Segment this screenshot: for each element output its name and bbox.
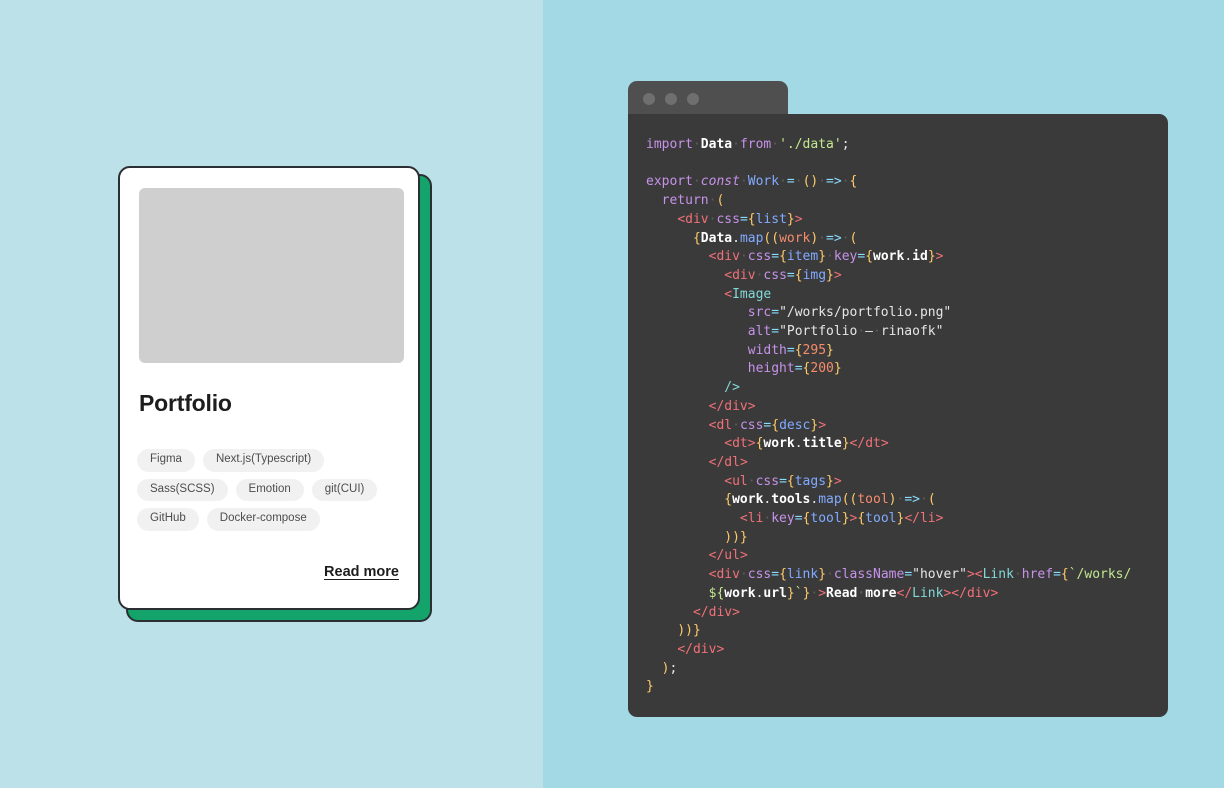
code-line: </div> (677, 641, 725, 657)
code-line: return·( (661, 193, 725, 209)
card-surface: Portfolio Figma Next.js(Typescript) Sass… (118, 166, 420, 610)
code-line: <dl·css={desc}> (708, 417, 827, 433)
card-thumbnail-placeholder (139, 188, 404, 363)
code-line: <div·css={img}> (724, 267, 842, 283)
read-more-link[interactable]: Read more (324, 564, 399, 580)
code-line: <li·key={tool}>{tool}</li> (739, 511, 944, 527)
code-line: ${work.url}`}·>Read·more</Link></div> (708, 585, 999, 601)
code-line: alt="Portfolio·–·rinaofk" (747, 324, 944, 340)
code-line: /> (724, 380, 740, 396)
code-window-titlebar (628, 81, 788, 116)
code-line: {Data.map((work)·=>·( (692, 230, 858, 246)
code-line: import·Data·from·'./data'; (646, 137, 850, 152)
tag-chip[interactable]: GitHub (137, 508, 199, 531)
code-editor-content[interactable]: import·Data·from·'./data'; export·const·… (628, 114, 1168, 717)
window-minimize-dot-icon[interactable] (665, 92, 677, 105)
code-line: <Image (724, 286, 772, 302)
code-line: ))} (677, 623, 701, 639)
code-line: src="/works/portfolio.png" (747, 305, 952, 321)
code-line: <div·css={item}·key={work.id}> (708, 249, 944, 265)
window-maximize-dot-icon[interactable] (687, 92, 699, 105)
code-line: } (646, 679, 654, 695)
code-line: </ul> (708, 548, 748, 564)
tag-chip[interactable]: Emotion (235, 478, 304, 501)
code-line: width={295} (747, 342, 834, 358)
code-line: </div> (692, 604, 740, 620)
tag-chip[interactable]: Next.js(Typescript) (202, 449, 325, 472)
code-line: <ul·css={tags}> (724, 473, 842, 489)
code-line: </div> (708, 398, 756, 414)
code-line: height={200} (747, 361, 842, 377)
tag-chip[interactable]: Sass(SCSS) (137, 478, 228, 501)
portfolio-card[interactable]: Portfolio Figma Next.js(Typescript) Sass… (118, 166, 432, 622)
card-tag-list: Figma Next.js(Typescript) Sass(SCSS) Emo… (137, 449, 405, 531)
tag-chip[interactable]: git(CUI) (311, 478, 378, 501)
tag-chip[interactable]: Docker-compose (206, 508, 320, 531)
code-line: {work.tools.map((tool)·=>·( (724, 492, 936, 508)
tag-chip[interactable]: Figma (137, 449, 195, 472)
code-line: <dt>{work.title}</dt> (724, 436, 889, 452)
code-line: <div·css={link}·className="hover"><Link·… (708, 567, 1132, 583)
code-line: </dl> (708, 454, 748, 470)
code-line: ))} (724, 529, 748, 545)
card-title: Portfolio (139, 390, 232, 416)
window-close-dot-icon[interactable] (643, 92, 655, 105)
code-line: <div·css={list}> (677, 211, 803, 227)
code-line: export·const·Work·=·()·=>·{ (646, 174, 858, 190)
code-line: ); (661, 660, 678, 676)
